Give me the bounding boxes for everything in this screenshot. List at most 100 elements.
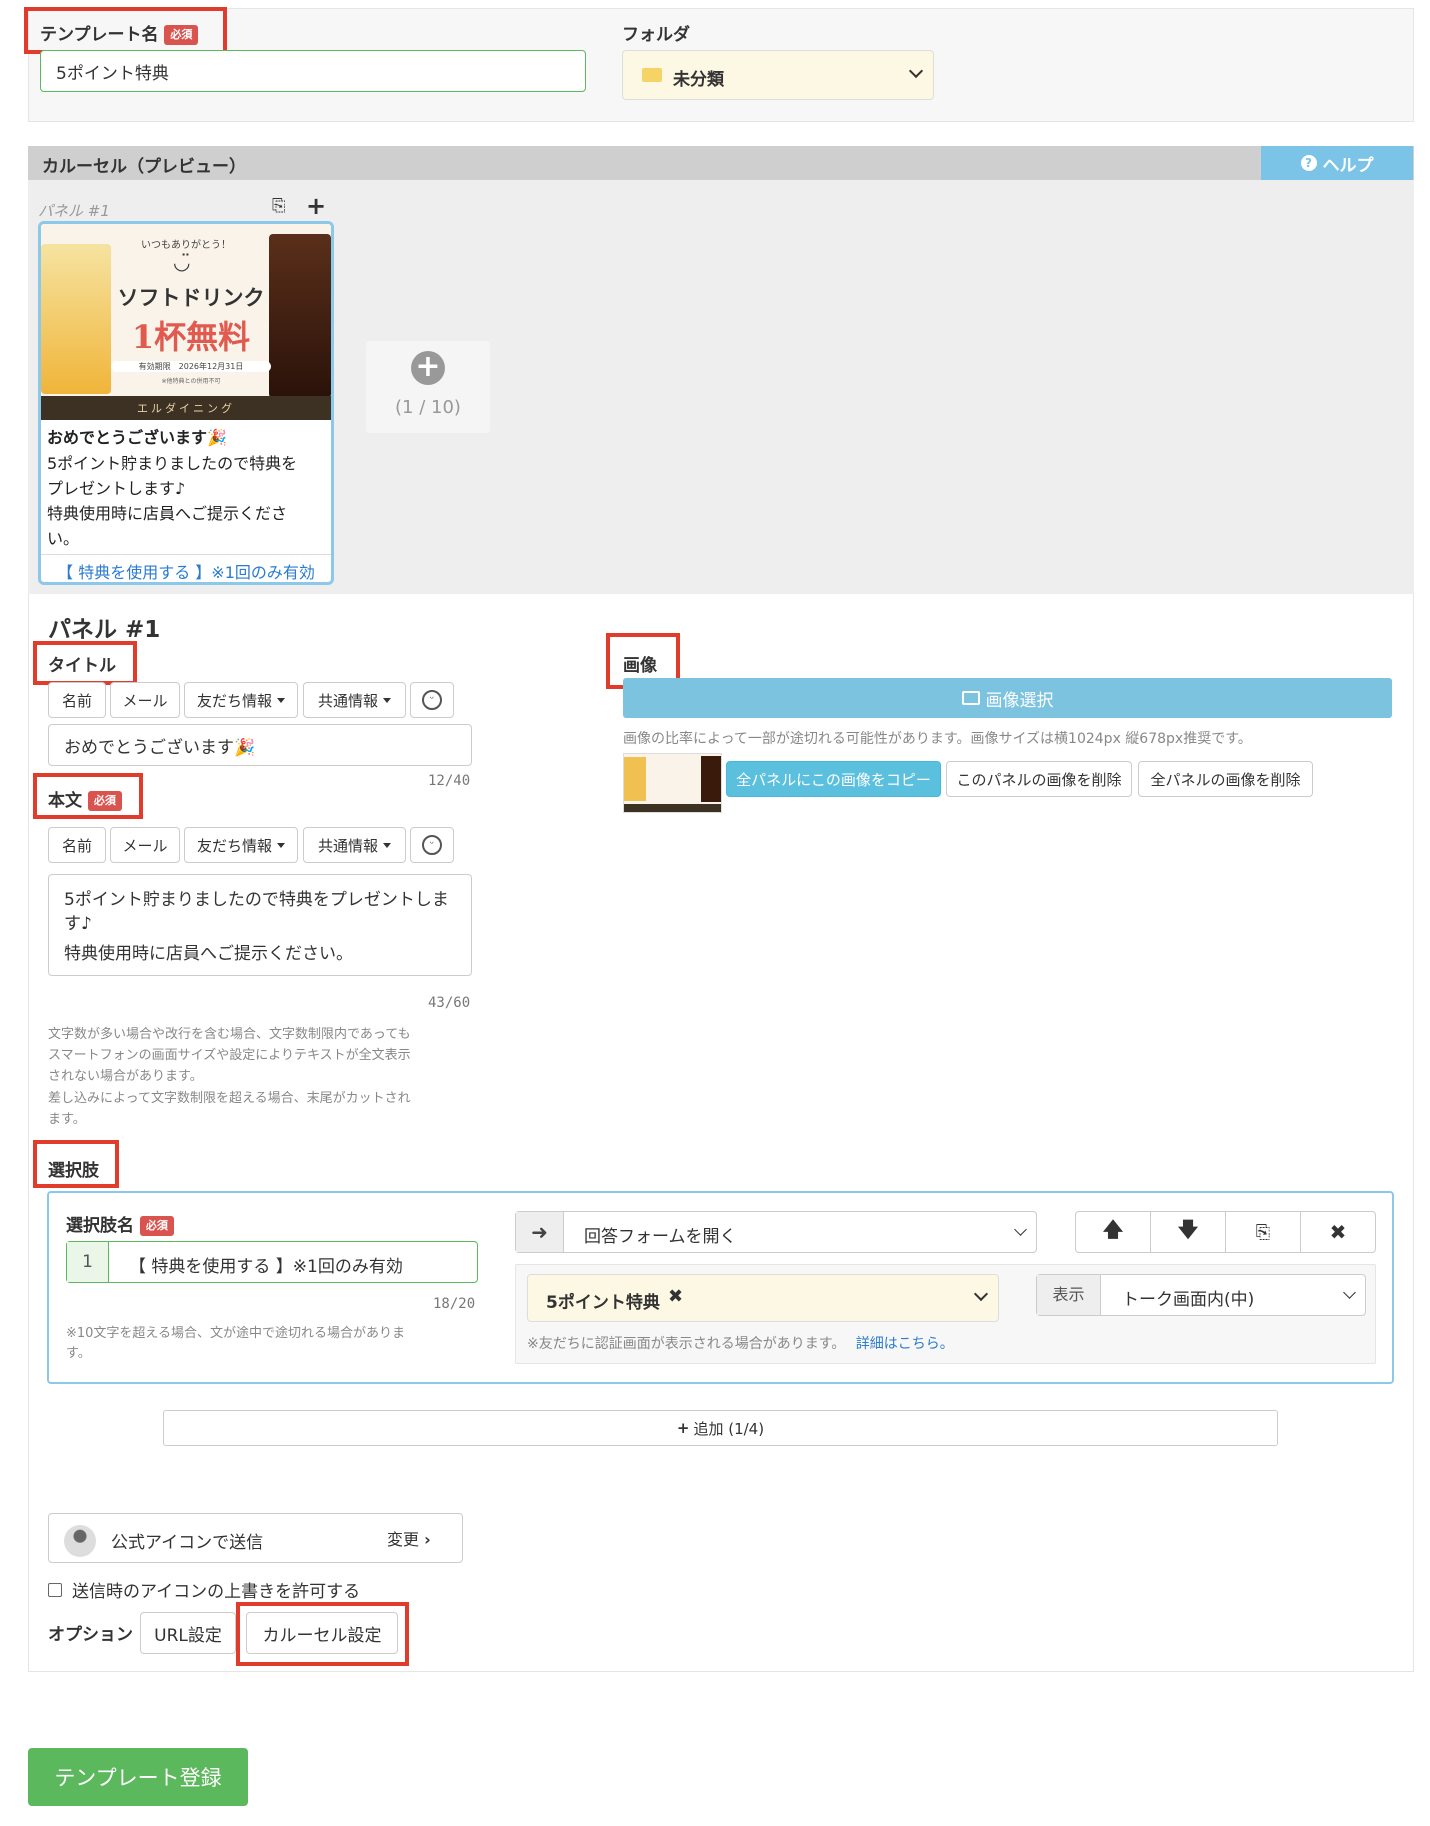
allow-override-checkbox[interactable] <box>48 1582 62 1597</box>
display-select[interactable]: 表示 トーク画面内(中) <box>1036 1274 1366 1316</box>
title-input[interactable]: おめでとうございます🎉 <box>48 724 472 766</box>
body-label-text: 本文 <box>48 791 82 811</box>
image-select-button[interactable]: 画像選択 <box>623 678 1392 718</box>
copy-panel-icon[interactable]: ⎘ <box>272 196 286 216</box>
panel-heading: パネル #1 <box>48 617 161 643</box>
template-name-input[interactable]: 5ポイント特典 <box>40 50 586 92</box>
image-top-text: いつもありがとう！ <box>141 240 231 251</box>
choice-name-label-text: 選択肢名 <box>66 1216 134 1236</box>
insert-mail-button[interactable]: メール <box>110 682 180 718</box>
carousel-header-title: カルーセル（プレビュー） <box>42 157 246 177</box>
change-sender-button[interactable]: 変更 › <box>387 1526 431 1550</box>
insert-friend-info-button[interactable]: 友だち情報 <box>184 827 298 863</box>
insert-name-label: 名前 <box>61 836 92 855</box>
detail-link[interactable]: 詳細はこちら。 <box>856 1336 954 1352</box>
allow-override-label: 送信時のアイコンの上書きを許可する <box>72 1582 361 1602</box>
insert-name-button[interactable]: 名前 <box>48 682 106 718</box>
smile-icon: ◡̈ <box>173 250 191 274</box>
move-up-button[interactable]: 🡅 <box>1075 1211 1151 1253</box>
template-name-label: テンプレート名 必須 <box>40 20 199 45</box>
folder-select[interactable]: 未分類 <box>622 50 934 100</box>
copy-image-all-panels-button[interactable]: 全パネルにこの画像をコピー <box>726 761 941 797</box>
title-input-value: おめでとうございます🎉 <box>64 737 256 758</box>
delete-all-images-button[interactable]: 全パネルの画像を削除 <box>1138 761 1313 797</box>
move-down-button[interactable]: 🡇 <box>1150 1211 1226 1253</box>
image-headline: ソフトドリンク <box>117 285 265 310</box>
image-icon <box>961 691 980 705</box>
insert-common-info-button[interactable]: 共通情報 <box>303 682 406 718</box>
plus-circle-icon: + <box>411 351 445 385</box>
body-note-5: ます。 <box>48 1112 86 1127</box>
cola-glass-image <box>269 234 331 398</box>
preview-card-title: おめでとうございます🎉 <box>47 428 227 447</box>
chevron-down-icon <box>973 1286 989 1302</box>
thumb-band <box>624 804 721 812</box>
form-value: 5ポイント特典 <box>546 1293 660 1313</box>
register-template-label: テンプレート登録 <box>54 1766 222 1790</box>
preview-card-body-3: 特典使用時に店員へご提示くださ <box>47 504 288 523</box>
add-choice-button[interactable]: + 追加 (1/4) <box>163 1410 1278 1446</box>
add-choice-label: 追加 (1/4) <box>693 1419 765 1438</box>
insert-mail-button[interactable]: メール <box>110 827 180 863</box>
panel-count: (1 / 10) <box>395 397 461 418</box>
allow-override-row[interactable]: 送信時のアイコンの上書きを許可する <box>48 1577 360 1602</box>
form-select[interactable]: 5ポイント特典 ✖ <box>527 1274 999 1322</box>
template-name-value: 5ポイント特典 <box>56 63 169 84</box>
delete-all-images-label: 全パネルの画像を削除 <box>1150 770 1301 789</box>
folder-label: フォルダ <box>622 25 690 45</box>
emoji-button[interactable]: ᵕ <box>410 827 454 863</box>
emoji-icon: ᵕ <box>422 835 442 855</box>
add-panel-button[interactable]: + (1 / 10) <box>366 341 490 433</box>
body-textarea[interactable]: 5ポイント貯まりましたので特典をプレゼントしま す♪ 特典使用時に店員へご提示く… <box>48 874 472 976</box>
insert-mail-label: メール <box>122 691 168 710</box>
avatar <box>64 1525 96 1557</box>
clear-form-icon[interactable]: ✖ <box>668 1286 683 1307</box>
plus-icon: + <box>676 1419 690 1437</box>
body-line-1: 5ポイント貯まりましたので特典をプレゼントしま <box>64 890 449 910</box>
caret-down-icon <box>383 842 391 848</box>
required-badge: 必須 <box>87 791 122 811</box>
preview-card-action[interactable]: 【 特典を使用する 】※1回のみ有効 <box>41 554 331 582</box>
insert-name-button[interactable]: 名前 <box>48 827 106 863</box>
choice-note-2: す。 <box>66 1346 91 1361</box>
image-shop: エルダイニング <box>137 402 235 415</box>
help-label: ヘルプ <box>1322 155 1374 176</box>
insert-common-info-label: 共通情報 <box>317 691 378 710</box>
register-template-button[interactable]: テンプレート登録 <box>28 1748 248 1806</box>
copy-image-all-panels-label: 全パネルにこの画像をコピー <box>736 770 931 789</box>
image-expiry: 有効期限 2026年12月31日 <box>111 361 271 372</box>
insert-name-label: 名前 <box>61 691 92 710</box>
body-line-2: す♪ <box>64 914 92 934</box>
url-settings-button[interactable]: URL設定 <box>140 1612 236 1654</box>
emoji-button[interactable]: ᵕ <box>410 682 454 718</box>
preview-panel-label: パネル #1 <box>38 202 110 220</box>
insert-friend-info-button[interactable]: 友だち情報 <box>184 682 298 718</box>
sender-box[interactable]: 公式アイコンで送信 変更 › <box>48 1513 463 1563</box>
image-label: 画像 <box>623 656 657 676</box>
emoji-icon: ᵕ <box>422 690 442 710</box>
arrow-down-icon: 🡇 <box>1177 1217 1199 1241</box>
carousel-settings-button[interactable]: カルーセル設定 <box>246 1612 398 1654</box>
arrow-right-icon: ➜ <box>516 1212 564 1252</box>
auth-note: ※友だちに認証画面が表示される場合があります。 詳細はこちら。 <box>527 1333 954 1353</box>
delete-choice-button[interactable]: ✖ <box>1300 1211 1376 1253</box>
display-value: トーク画面内(中) <box>1122 1290 1255 1310</box>
action-select[interactable]: ➜ 回答フォームを開く <box>515 1211 1037 1253</box>
delete-panel-image-button[interactable]: このパネルの画像を削除 <box>946 761 1132 797</box>
add-panel-icon[interactable]: + <box>306 192 326 220</box>
copy-choice-button[interactable]: ⎘ <box>1225 1211 1301 1253</box>
choice-name-value: 【 特典を使用する 】※1回のみ有効 <box>129 1257 403 1277</box>
template-name-label-text: テンプレート名 <box>40 25 159 45</box>
chevron-right-icon: › <box>424 1530 431 1549</box>
folder-value: 未分類 <box>673 70 724 90</box>
help-button[interactable]: ? ヘルプ <box>1261 146 1413 180</box>
insert-mail-label: メール <box>122 836 168 855</box>
choice-name-input[interactable]: 1 【 特典を使用する 】※1回のみ有効 <box>66 1241 478 1283</box>
insert-common-info-button[interactable]: 共通情報 <box>303 827 406 863</box>
body-note-2: スマートフォンの画面サイズや設定によりテキストが全文表示 <box>48 1048 411 1063</box>
preview-card[interactable]: いつもありがとう！ ◡̈ ソフトドリンク 1杯無料 有効期限 2026年12月3… <box>38 221 334 585</box>
chevron-down-icon <box>1343 1286 1356 1299</box>
image-free: 1杯無料 <box>131 318 251 356</box>
carousel-settings-label: カルーセル設定 <box>262 1625 382 1646</box>
required-badge: 必須 <box>139 1216 174 1236</box>
